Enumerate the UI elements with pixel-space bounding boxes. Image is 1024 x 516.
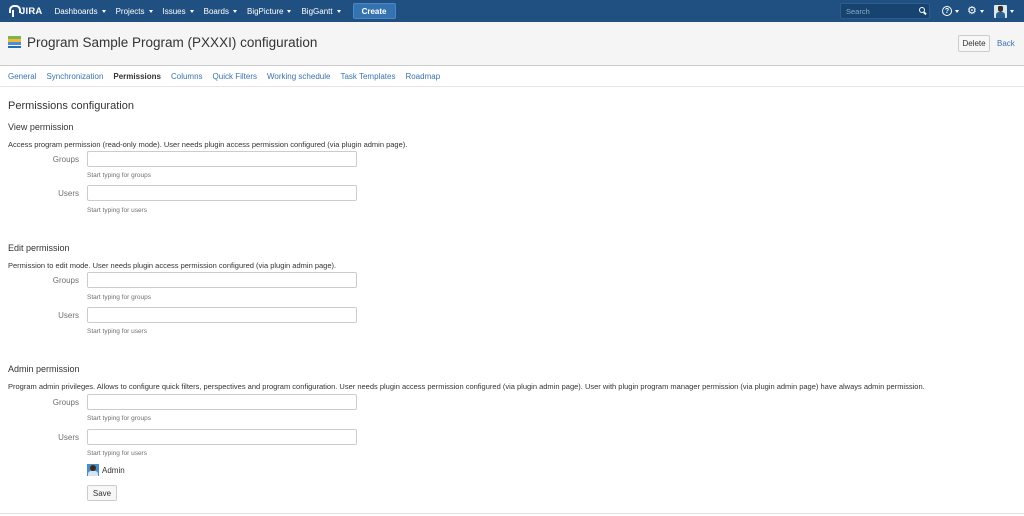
chevron-down-icon: [979, 9, 984, 13]
nav-projects-menu[interactable]: Projects: [116, 0, 153, 22]
view-permission-description: Access program permission (read-only mod…: [8, 140, 408, 149]
view-groups-input[interactable]: [87, 151, 357, 167]
admin-users-input[interactable]: [87, 429, 357, 445]
jira-logo[interactable]: JIRA: [8, 0, 42, 22]
nav-boards-menu[interactable]: Boards: [204, 0, 237, 22]
back-link[interactable]: Back: [997, 39, 1015, 48]
tab-permissions[interactable]: Permissions: [113, 72, 161, 81]
nav-bigpicture-menu[interactable]: BigPicture: [246, 0, 292, 22]
nav-projects-label: Projects: [115, 6, 145, 16]
nav-boards-label: Boards: [203, 6, 229, 16]
admin-users-hint: Start typing for users: [87, 450, 147, 457]
edit-users-input[interactable]: [87, 307, 357, 323]
admin-users-label: Users: [58, 433, 79, 442]
admin-groups-input[interactable]: [87, 394, 357, 410]
admin-settings-menu[interactable]: ⚙: [967, 4, 984, 18]
help-icon: ?: [942, 6, 952, 16]
jira-logo-icon: [8, 5, 21, 17]
admin-permission-description: Program admin privileges. Allows to conf…: [8, 382, 925, 391]
edit-groups-hint: Start typing for groups: [87, 294, 151, 301]
jira-logo-text: JIRA: [20, 5, 43, 17]
program-icon: [8, 36, 21, 49]
chevron-down-icon: [101, 9, 106, 13]
user-avatar-icon: [994, 4, 1007, 18]
chevron-down-icon: [955, 9, 959, 13]
edit-groups-label: Groups: [52, 276, 79, 285]
admin-groups-label: Groups: [52, 398, 79, 407]
tab-task-templates[interactable]: Task Templates: [340, 72, 395, 81]
delete-button[interactable]: Delete: [958, 35, 990, 52]
edit-users-hint: Start typing for users: [87, 328, 147, 335]
section-heading: Permissions configuration: [8, 100, 134, 112]
view-groups-hint: Start typing for groups: [87, 172, 151, 179]
search-box: [840, 3, 930, 19]
nav-dashboards-menu[interactable]: Dashboards: [54, 0, 106, 22]
help-menu[interactable]: ?: [942, 4, 959, 18]
nav-dashboards-label: Dashboards: [54, 6, 98, 16]
tab-general[interactable]: General: [8, 72, 36, 81]
program-icon-bar: [8, 45, 21, 49]
chevron-down-icon: [232, 9, 237, 13]
create-button[interactable]: Create: [352, 3, 396, 19]
tab-quick-filters[interactable]: Quick Filters: [213, 72, 257, 81]
view-users-input[interactable]: [87, 185, 357, 201]
page-title: Program Sample Program (PXXXI) configura…: [27, 35, 318, 50]
admin-groups-hint: Start typing for groups: [87, 415, 151, 422]
selected-user-item[interactable]: Admin: [87, 464, 125, 476]
edit-groups-input[interactable]: [87, 272, 357, 288]
tab-columns[interactable]: Columns: [171, 72, 203, 81]
chevron-down-icon: [1010, 9, 1014, 13]
chevron-down-icon: [287, 9, 292, 13]
search-input[interactable]: [841, 6, 913, 16]
nav-biggantt-menu[interactable]: BigGantt: [301, 0, 341, 22]
user-avatar-icon: [87, 464, 99, 476]
chevron-down-icon: [189, 9, 194, 13]
config-tabs: General Synchronization Permissions Colu…: [0, 67, 1024, 87]
view-groups-label: Groups: [52, 155, 79, 164]
view-users-hint: Start typing for users: [87, 207, 147, 214]
edit-permission-description: Permission to edit mode. User needs plug…: [8, 261, 337, 270]
tab-roadmap[interactable]: Roadmap: [405, 72, 440, 81]
page-header: Program Sample Program (PXXXI) configura…: [0, 22, 1024, 66]
edit-users-label: Users: [58, 311, 79, 320]
chevron-down-icon: [336, 9, 341, 13]
save-button[interactable]: Save: [87, 485, 117, 501]
gear-icon: ⚙: [967, 4, 977, 17]
edit-permission-title: Edit permission: [8, 243, 70, 253]
user-profile-menu[interactable]: [994, 4, 1014, 18]
tab-working-schedule[interactable]: Working schedule: [267, 72, 330, 81]
nav-issues-menu[interactable]: Issues: [163, 0, 194, 22]
nav-biggantt-label: BigGantt: [301, 6, 333, 16]
page-footer-divider: [0, 513, 1024, 514]
search-icon[interactable]: [919, 7, 927, 15]
nav-bigpicture-label: BigPicture: [246, 6, 284, 16]
selected-user-name: Admin: [102, 465, 125, 475]
chevron-down-icon: [148, 9, 153, 13]
tab-synchronization[interactable]: Synchronization: [46, 72, 103, 81]
view-permission-title: View permission: [8, 122, 74, 132]
nav-issues-label: Issues: [162, 6, 186, 16]
admin-permission-title: Admin permission: [8, 364, 80, 374]
view-users-label: Users: [58, 189, 79, 198]
top-navigation-bar: JIRA Dashboards Projects Issues Boards B…: [0, 0, 1024, 22]
